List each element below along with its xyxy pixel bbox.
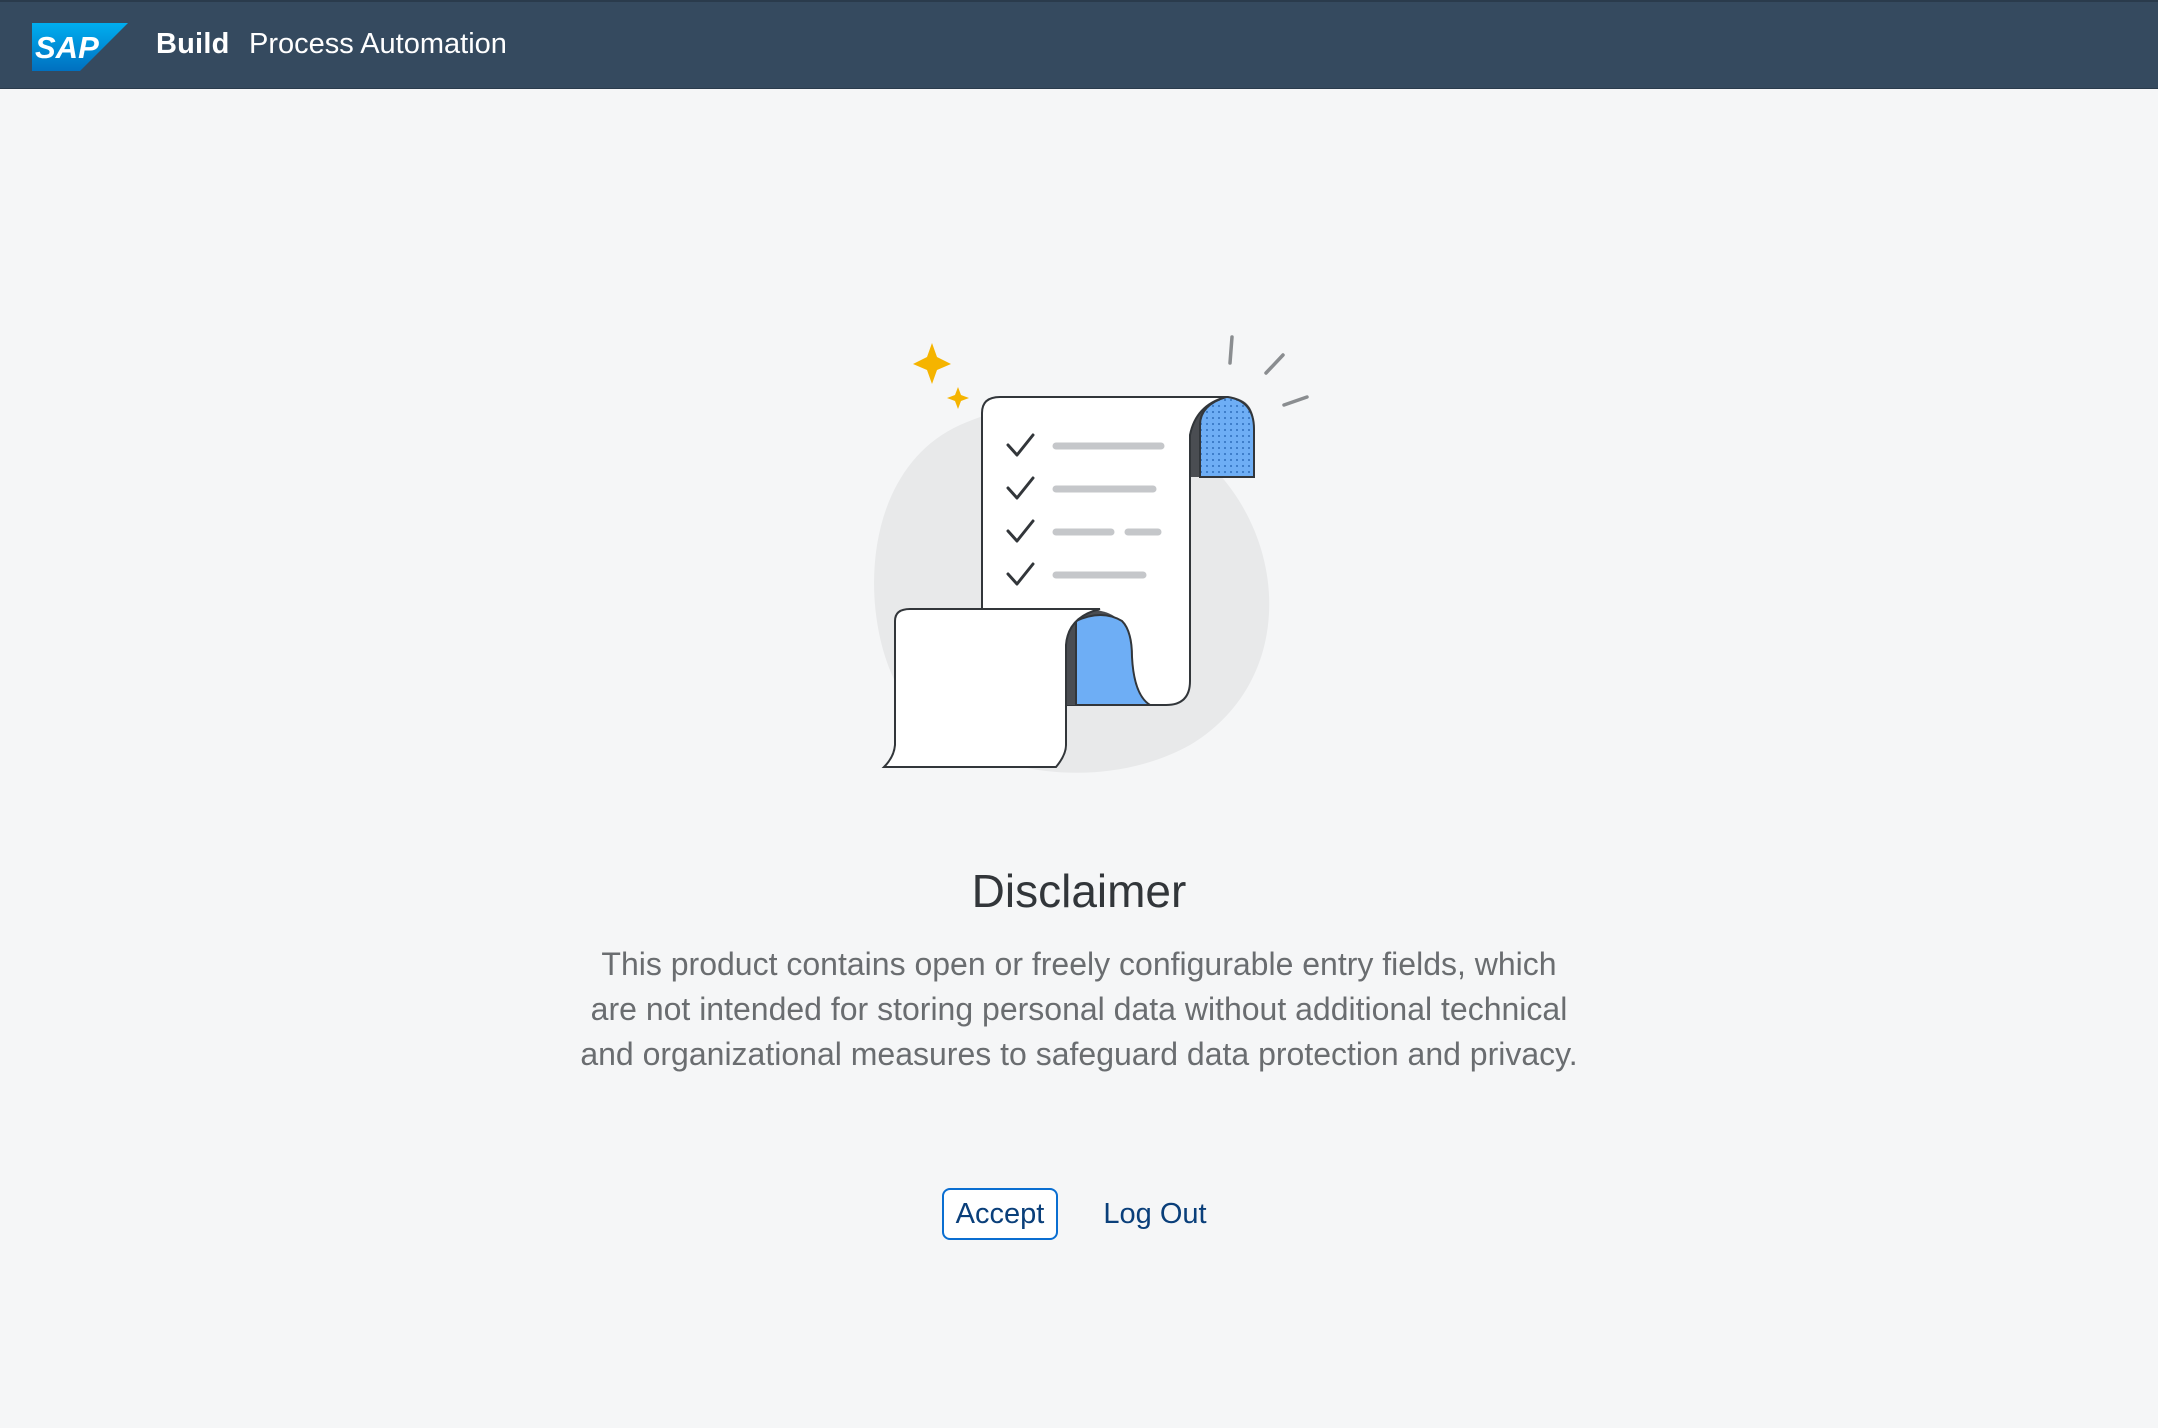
sparkle-large-icon <box>913 343 951 384</box>
log-out-button[interactable]: Log Out <box>1092 1188 1218 1240</box>
svg-text:SAP: SAP <box>35 30 99 65</box>
disclaimer-message: This product contains open or freely con… <box>580 946 1578 1072</box>
document-scroll-checklist-icon <box>874 335 1309 773</box>
shine-rays-icon <box>1228 335 1309 407</box>
brand-build-label: Build <box>156 28 230 60</box>
page-title: Disclaimer <box>971 865 1187 917</box>
shell-bar: SAP Build Process Automation <box>0 0 2158 89</box>
accept-button[interactable]: Accept <box>942 1188 1058 1240</box>
sparkle-small-icon <box>947 387 969 409</box>
sap-logo[interactable]: SAP <box>32 23 128 71</box>
product-name-label: Process Automation <box>249 28 507 60</box>
